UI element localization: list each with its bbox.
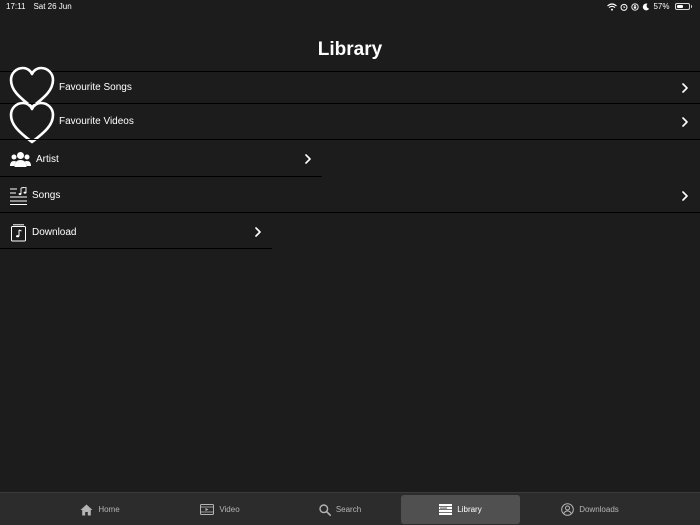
status-left: 17:11 Sat 26 Jun	[6, 2, 72, 11]
tab-search[interactable]: Search	[280, 495, 400, 524]
search-icon	[319, 503, 331, 516]
library-item-artist[interactable]: Artist	[0, 142, 322, 176]
tab-video-label: Video	[219, 505, 240, 514]
artist-label: Artist	[36, 153, 59, 165]
chevron-right-icon	[682, 116, 688, 127]
status-bar: 17:11 Sat 26 Jun 57%	[0, 0, 700, 14]
library-item-download[interactable]: Download	[0, 216, 272, 248]
divider	[0, 248, 272, 249]
chevron-right-icon	[682, 190, 688, 201]
tab-home[interactable]: Home	[40, 495, 160, 524]
divider	[0, 176, 322, 177]
tab-library-label: Library	[457, 505, 482, 514]
songs-label: Songs	[32, 190, 61, 201]
battery-fill	[676, 5, 683, 8]
library-icon	[439, 504, 453, 515]
wifi-icon	[607, 2, 618, 11]
tab-downloads[interactable]: Downloads	[520, 495, 660, 524]
tab-downloads-label: Downloads	[579, 505, 619, 514]
library-item-favourite-videos[interactable]: Favourite Videos	[0, 101, 700, 144]
favourite-songs-label: Favourite Songs	[59, 82, 132, 93]
home-icon	[80, 504, 93, 515]
music-note-box-icon	[11, 224, 26, 242]
moon-icon	[643, 3, 650, 10]
library-item-favourite-songs[interactable]: Favourite Songs	[0, 66, 700, 109]
download-label: Download	[32, 226, 77, 238]
page-title: Library	[317, 39, 383, 60]
library-item-songs[interactable]: Songs	[0, 179, 700, 212]
battery-icon	[674, 3, 692, 10]
status-time: 17:11	[6, 2, 26, 11]
battery-percent: 57%	[653, 2, 670, 11]
chevron-right-icon	[682, 82, 688, 93]
chevron-right-icon	[305, 154, 311, 164]
video-icon	[200, 504, 215, 515]
tab-home-label: Home	[98, 505, 120, 514]
tab-video[interactable]: Video	[160, 495, 280, 524]
divider	[0, 212, 700, 213]
divider	[0, 139, 700, 140]
tab-search-label: Search	[335, 505, 362, 514]
tab-library[interactable]: Library	[401, 495, 520, 524]
chevron-right-icon	[255, 227, 261, 237]
alarm-icon	[620, 3, 628, 11]
people-icon	[10, 152, 31, 167]
status-right: 57%	[607, 2, 692, 11]
user-circle-icon	[561, 503, 575, 516]
tab-bar: Home Video Search Library Downloads	[0, 492, 700, 525]
status-date: Sat 26 Jun	[33, 2, 72, 11]
music-list-icon	[10, 187, 27, 205]
favourite-videos-label: Favourite Videos	[59, 116, 134, 127]
lock-rotation-icon	[631, 2, 640, 11]
